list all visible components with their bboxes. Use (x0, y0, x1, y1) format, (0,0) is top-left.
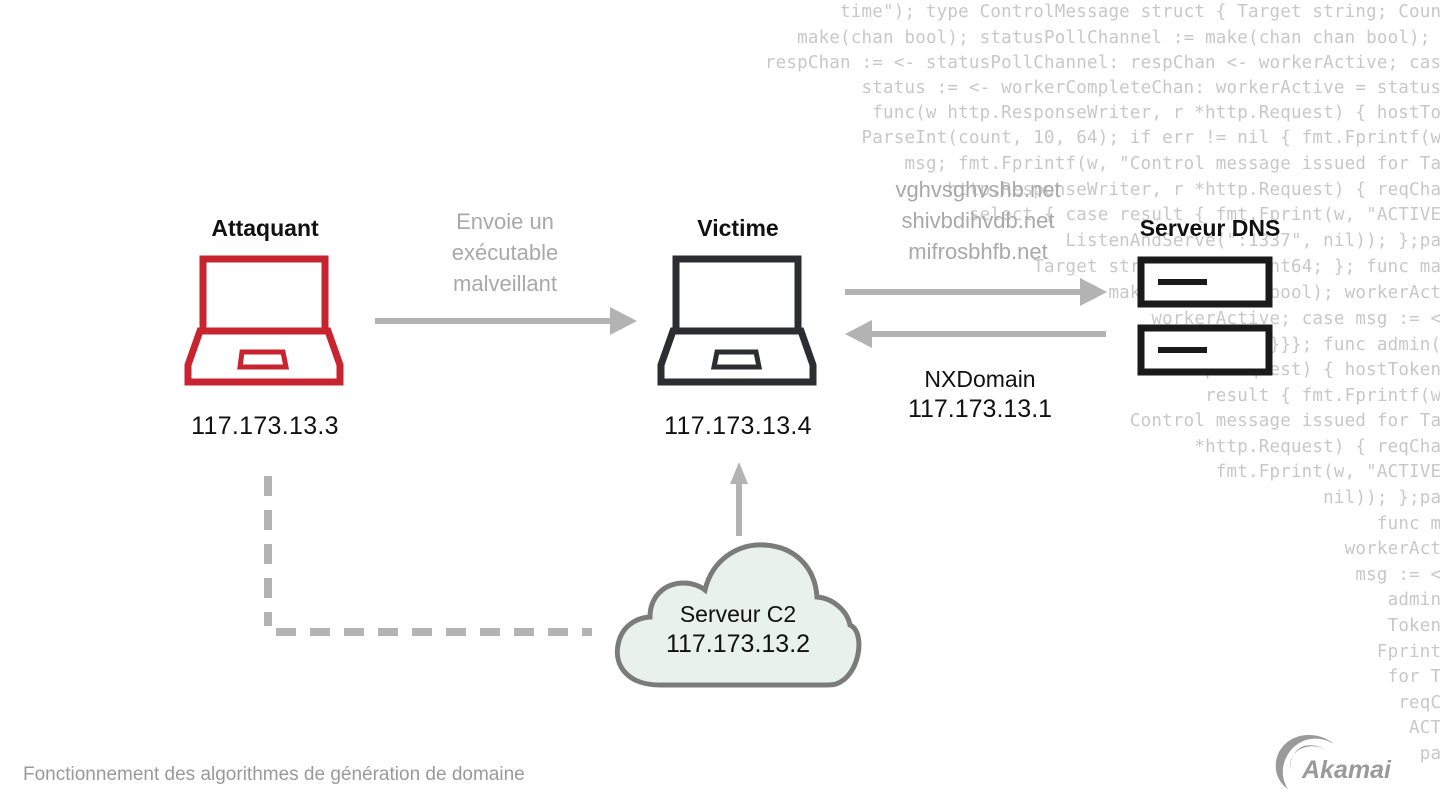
dga-domain-list: vghvsghvshb.net shivbdihvdb.net mifrosbh… (868, 174, 1088, 267)
nxdomain-ip: 117.173.13.1 (907, 395, 1053, 423)
edge-label-line: Envoie un (456, 209, 554, 234)
victim-ip: 117.173.13.4 (664, 412, 812, 440)
attacker-title: Attaquant (211, 215, 319, 241)
akamai-logo-text: Akamai (1302, 756, 1391, 784)
edge-label-malware: Envoie un exécutable malveillant (405, 206, 605, 299)
edge-label-line: exécutable (451, 240, 559, 265)
c2-label: Serveur C2 117.173.13.2 (638, 599, 838, 659)
dga-domain: mifrosbhfb.net (908, 239, 1048, 264)
dga-domain: vghvsghvshb.net (895, 177, 1061, 202)
arrow-c2-to-victim (730, 462, 748, 536)
c2-ip: 117.173.13.2 (665, 630, 811, 658)
dashed-link-attacker-to-c2 (264, 476, 592, 636)
edge-label-nxdomain: NXDomain 117.173.13.1 (880, 364, 1080, 424)
attacker-ip: 117.173.13.3 (191, 412, 339, 440)
victim-laptop-icon (657, 255, 817, 386)
edge-label-line: malveillant (453, 271, 557, 296)
figure-caption: Fonctionnement des algorithmes de généra… (23, 764, 525, 785)
attacker-laptop-icon (184, 255, 344, 386)
c2-title: Serveur C2 (679, 601, 797, 627)
arrow-dns-to-victim (845, 320, 1106, 348)
arrow-attacker-to-victim (375, 307, 637, 335)
arrow-victim-to-dns (845, 278, 1107, 306)
dns-title: Serveur DNS (1139, 215, 1281, 241)
dga-domain: shivbdihvdb.net (901, 208, 1055, 233)
dns-server-icon (1137, 256, 1273, 376)
victim-title: Victime (697, 215, 779, 241)
diagram-canvas (184, 255, 1273, 688)
nxdomain-label: NXDomain (924, 366, 1036, 392)
